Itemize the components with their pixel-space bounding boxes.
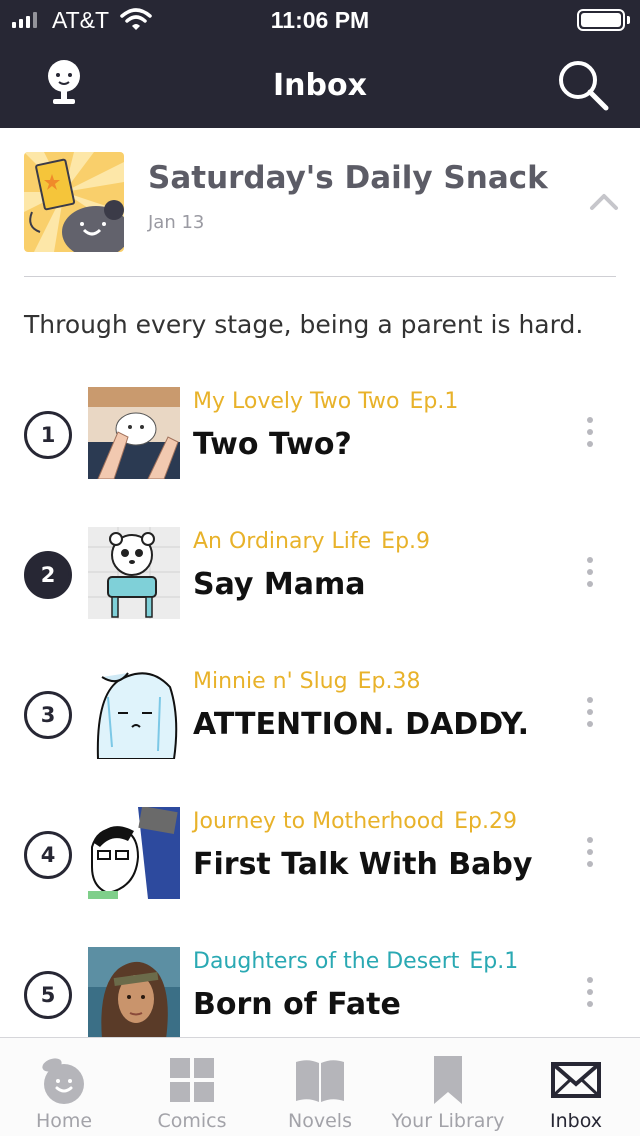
list-item[interactable]: 4 Journey to Motherhood Ep.29 First Talk … (0, 807, 640, 907)
tab-library[interactable]: Your Library (384, 1038, 512, 1136)
tab-label: Novels (288, 1110, 352, 1132)
tab-label: Home (35, 1110, 93, 1132)
rank-badge: 5 (24, 971, 72, 1019)
episode-title: ATTENTION. DADDY. (193, 707, 530, 742)
rank-badge: 3 (24, 691, 72, 739)
battery-icon (577, 9, 625, 31)
library-icon (434, 1056, 462, 1104)
series-name: Journey to Motherhood Ep.29 (193, 809, 518, 834)
episode-thumbnail (88, 387, 180, 479)
list-item[interactable]: 5 Daughters of the Desert Ep.1 Born of Fa… (0, 947, 640, 1047)
more-options-icon[interactable] (580, 557, 600, 593)
snack-title: Saturday's Daily Snack (148, 160, 548, 196)
series-name: My Lovely Two Two Ep.1 (193, 389, 459, 414)
episode-title: Say Mama (193, 567, 366, 602)
snack-description: Through every stage, being a parent is h… (24, 310, 584, 339)
top-bar: AT&T 11:06 PM Inbox (0, 0, 640, 128)
page-title: Inbox (273, 68, 367, 103)
status-bar: AT&T 11:06 PM (0, 0, 640, 40)
episode-thumbnail (88, 527, 180, 619)
tab-label: Inbox (550, 1110, 602, 1132)
list-item[interactable]: 2 An Ordinary Life Ep.9 Say Mama (0, 527, 640, 627)
series-name: An Ordinary Life Ep.9 (193, 529, 431, 554)
more-options-icon[interactable] (580, 977, 600, 1013)
episode-title: Two Two? (193, 427, 352, 462)
novels-icon (296, 1060, 344, 1102)
chevron-up-icon[interactable] (586, 188, 622, 214)
tab-home[interactable]: Home (0, 1038, 128, 1136)
inbox-icon (551, 1062, 601, 1098)
daily-snack-thumbnail (24, 152, 124, 252)
home-icon (42, 1058, 84, 1104)
tab-label: Comics (157, 1110, 227, 1132)
more-options-icon[interactable] (580, 697, 600, 733)
rank-badge: 2 (24, 551, 72, 599)
series-name: Daughters of the Desert Ep.1 (193, 949, 519, 974)
episode-title: Born of Fate (193, 987, 401, 1022)
list-item[interactable]: 3 Minnie n' Slug Ep.38 ATTENTION. DADDY. (0, 667, 640, 767)
snack-date: Jan 13 (148, 212, 205, 233)
battery-tip (627, 16, 630, 24)
rank-badge: 4 (24, 831, 72, 879)
episode-title: First Talk With Baby (193, 847, 533, 882)
rank-badge: 1 (24, 411, 72, 459)
tab-inbox[interactable]: Inbox (512, 1038, 640, 1136)
tab-comics[interactable]: Comics (128, 1038, 256, 1136)
divider (24, 276, 616, 277)
comics-icon (170, 1058, 214, 1102)
status-time: 11:06 PM (270, 7, 370, 33)
tab-label: Your Library (391, 1110, 505, 1132)
episode-thumbnail (88, 947, 180, 1039)
series-name: Minnie n' Slug Ep.38 (193, 669, 421, 694)
episode-thumbnail (88, 667, 180, 759)
search-icon[interactable] (556, 58, 610, 112)
list-item[interactable]: 1 My Lovely Two Two Ep.1 Two Two? (0, 387, 640, 487)
more-options-icon[interactable] (580, 837, 600, 873)
tab-novels[interactable]: Novels (256, 1038, 384, 1136)
more-options-icon[interactable] (580, 417, 600, 453)
episode-thumbnail (88, 807, 180, 899)
tab-bar: Home Comics Novels Your Library Inbox (0, 1037, 640, 1136)
